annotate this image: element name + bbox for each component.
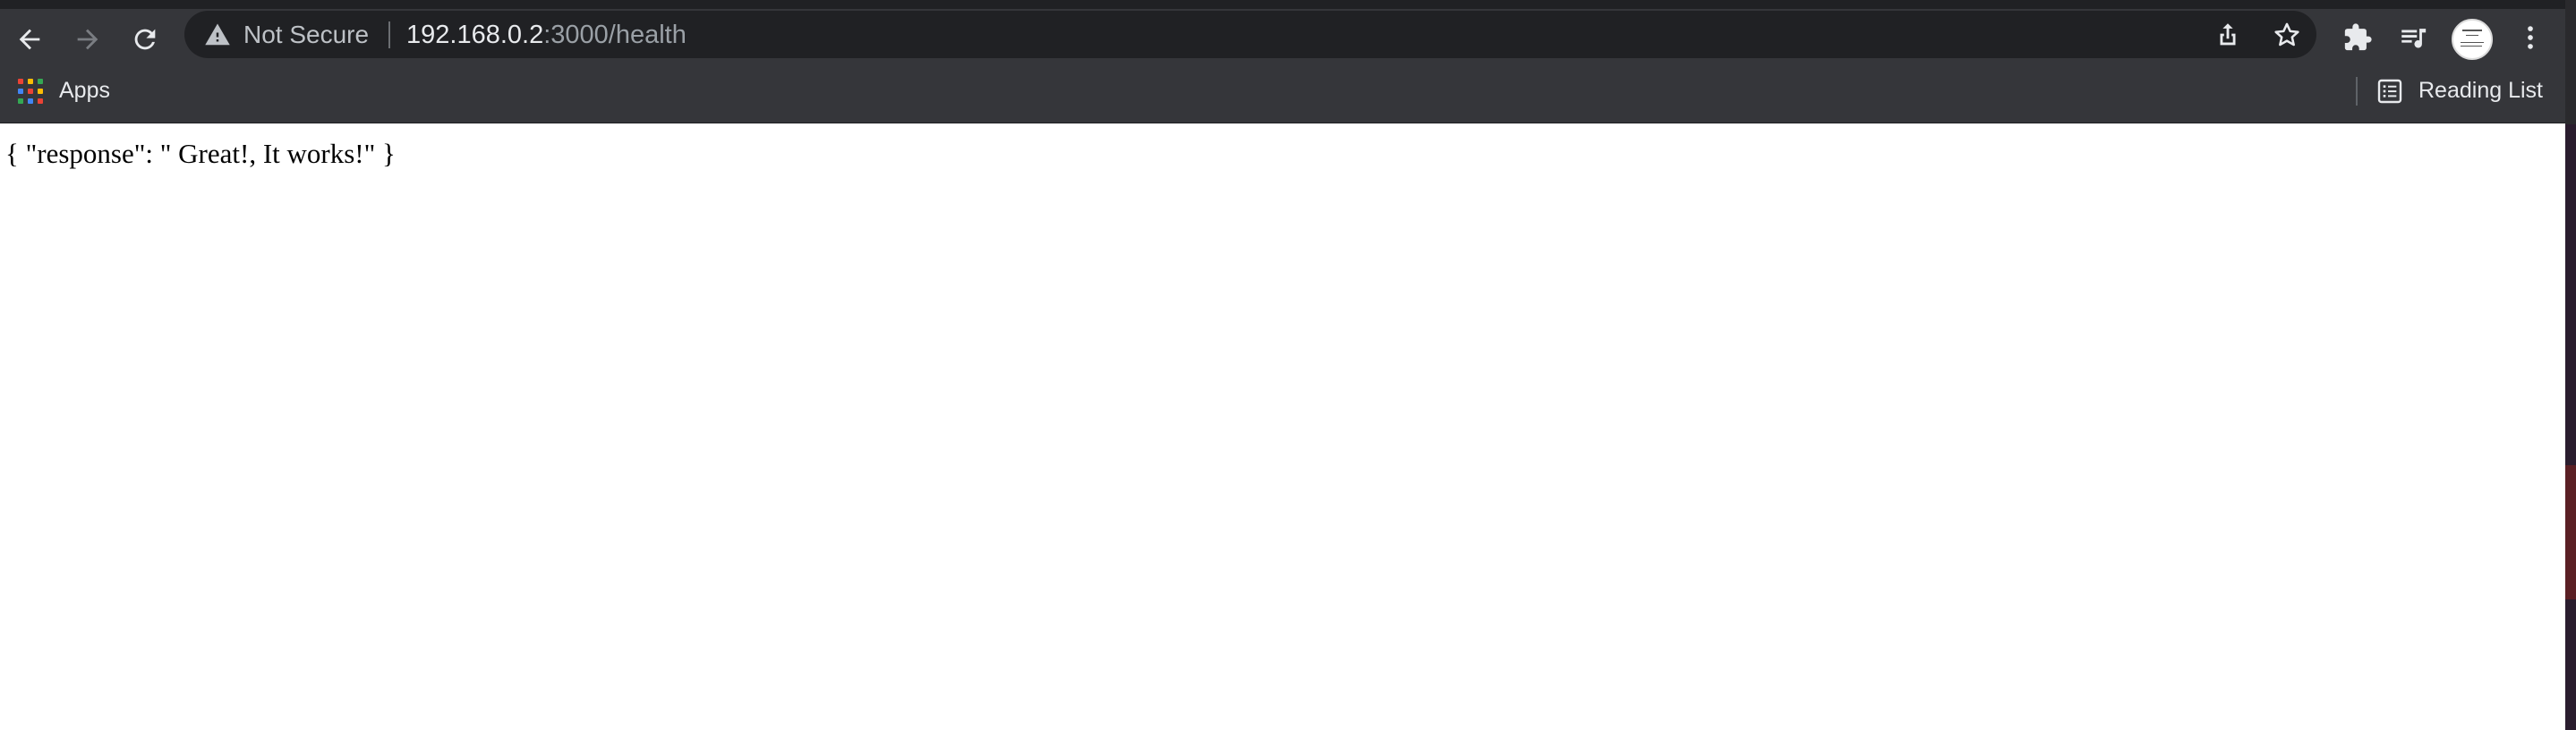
background-window-edge bbox=[2565, 124, 2576, 730]
address-bar[interactable]: Not Secure 192.168.0.2:3000/health bbox=[184, 11, 2316, 58]
share-icon[interactable] bbox=[2213, 20, 2243, 50]
bookmarks-bar bbox=[0, 68, 2576, 123]
back-button[interactable] bbox=[8, 18, 51, 61]
apps-grid-icon[interactable] bbox=[18, 79, 43, 104]
media-queue-icon bbox=[2401, 29, 2427, 48]
url-path: :3000/health bbox=[543, 21, 687, 49]
security-status-label[interactable]: Not Secure bbox=[243, 20, 369, 50]
browser-menu-button[interactable] bbox=[2512, 20, 2548, 55]
extensions-button[interactable] bbox=[2340, 20, 2376, 55]
star-icon[interactable] bbox=[2272, 20, 2302, 50]
arrow-left-icon bbox=[19, 29, 40, 50]
url-text[interactable]: 192.168.0.2:3000/health bbox=[406, 19, 687, 51]
reading-list-button[interactable]: Reading List bbox=[2418, 77, 2543, 104]
omnibox-divider bbox=[388, 21, 390, 48]
kebab-menu-icon bbox=[2528, 26, 2533, 49]
puzzle-icon bbox=[2344, 23, 2372, 51]
profile-avatar[interactable] bbox=[2452, 19, 2493, 60]
background-window-accent bbox=[2565, 465, 2576, 599]
arrow-right-icon bbox=[77, 29, 98, 50]
window-edge bbox=[2565, 0, 2576, 124]
page-content: { "response": " Great!, It works!" } bbox=[0, 124, 2565, 730]
forward-button[interactable] bbox=[66, 18, 109, 61]
url-host: 192.168.0.2 bbox=[406, 21, 544, 49]
reload-icon bbox=[134, 29, 156, 50]
media-queue-button[interactable] bbox=[2395, 20, 2431, 55]
json-response-text: { "response": " Great!, It works!" } bbox=[5, 138, 396, 169]
reading-list-icon[interactable] bbox=[2376, 77, 2404, 106]
browser-toolbar: Not Secure 192.168.0.2:3000/health bbox=[0, 0, 2576, 68]
apps-bookmark[interactable]: Apps bbox=[59, 77, 110, 104]
bookmarks-divider bbox=[2356, 77, 2358, 106]
warning-triangle-icon bbox=[205, 23, 230, 46]
reload-button[interactable] bbox=[124, 18, 166, 61]
